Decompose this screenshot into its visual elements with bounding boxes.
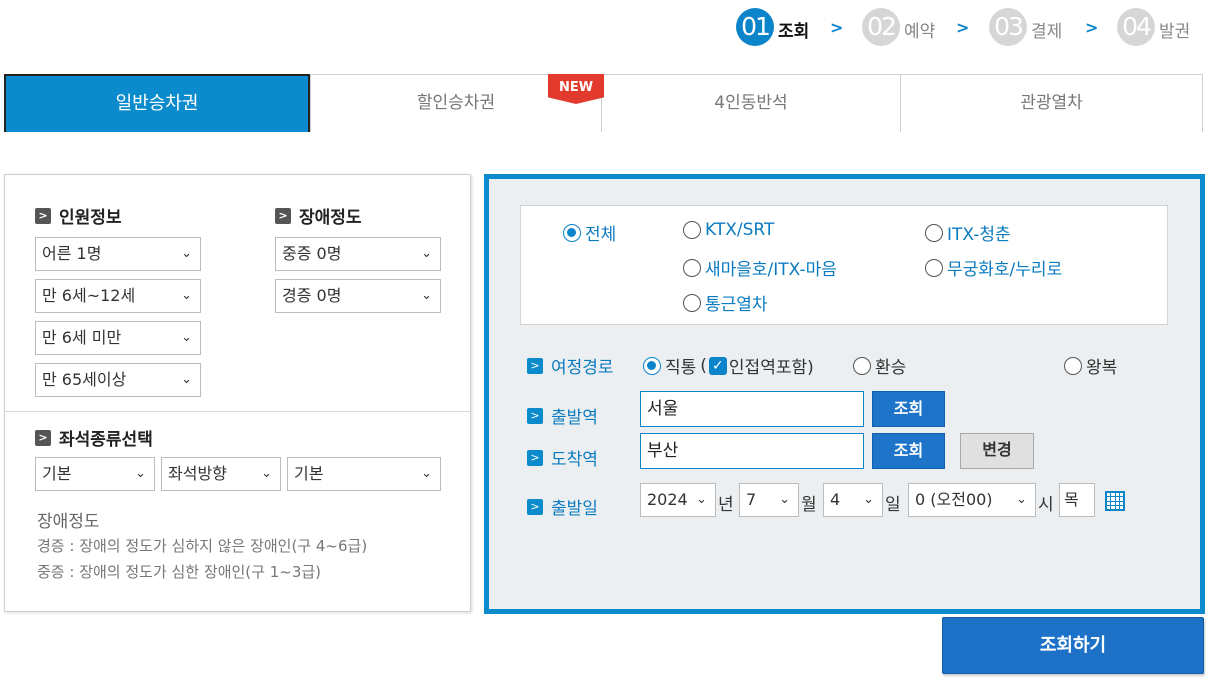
chevron-down-icon: ⌄ bbox=[181, 288, 192, 303]
departure-search-button[interactable]: 조회 bbox=[872, 391, 945, 427]
ticket-type-tabs: 일반승차권 할인승차권 4인동반석 관광열차 NEW bbox=[4, 74, 1203, 132]
day-select[interactable]: 4 ⌄ bbox=[823, 483, 883, 517]
radio-icon bbox=[1064, 356, 1082, 375]
departure-date-label: > 출발일 bbox=[527, 494, 598, 519]
checkbox-checked-icon[interactable]: ✓ bbox=[708, 356, 727, 375]
chevron-down-icon: ⌄ bbox=[779, 492, 790, 507]
radio-icon bbox=[683, 221, 701, 239]
hour-unit: 시 bbox=[1038, 495, 1054, 515]
radio-icon bbox=[683, 258, 701, 277]
radio-checked-icon bbox=[563, 223, 581, 242]
year-select[interactable]: 2024 ⌄ bbox=[640, 483, 716, 517]
infant-count-select[interactable]: 만 6세 미만 ⌄ bbox=[35, 321, 201, 355]
train-type-saemaeul-radio[interactable]: 새마을호/ITX-마음 bbox=[683, 255, 837, 280]
chevron-down-icon: ⌄ bbox=[421, 466, 432, 481]
mild-disability-select[interactable]: 경증 0명 ⌄ bbox=[275, 279, 441, 313]
chevron-down-icon: ⌄ bbox=[696, 492, 707, 507]
hour-select[interactable]: 0 (오전00) ⌄ bbox=[908, 483, 1036, 517]
step-number: 01 bbox=[736, 8, 774, 46]
seat-direction-select[interactable]: 좌석방향 ⌄ bbox=[161, 457, 281, 491]
search-submit-button[interactable]: 조회하기 bbox=[942, 617, 1204, 674]
departure-station-input[interactable]: 서울 bbox=[640, 391, 864, 427]
year-unit: 년 bbox=[718, 495, 734, 515]
seat-type-select[interactable]: 기본 ⌄ bbox=[35, 457, 155, 491]
weekday-display: 목 bbox=[1059, 483, 1095, 517]
chevron-down-icon: ⌄ bbox=[181, 372, 192, 387]
search-panel: 전체 KTX/SRT ITX-청춘 새마을호/ITX-마음 무궁화호/누리로 통… bbox=[484, 174, 1205, 614]
chevron-down-icon: ⌄ bbox=[1016, 492, 1027, 507]
calendar-icon[interactable] bbox=[1105, 491, 1125, 511]
step-label: 발권 bbox=[1159, 22, 1191, 42]
route-label: > 여정경로 bbox=[527, 353, 614, 378]
route-round-trip-radio[interactable]: 왕복 bbox=[1064, 353, 1117, 378]
arrow-square-icon: > bbox=[35, 429, 51, 446]
chevron-down-icon: ⌄ bbox=[421, 288, 432, 303]
tab-four-person-seat[interactable]: 4인동반석 bbox=[601, 74, 901, 132]
passenger-panel: > 인원정보 > 장애정도 어른 1명 ⌄ 만 6세~12세 ⌄ 만 6세 미만 ⌄ … bbox=[4, 174, 471, 612]
month-select[interactable]: 7 ⌄ bbox=[739, 483, 799, 517]
arrow-square-icon: > bbox=[527, 407, 543, 424]
month-unit: 월 bbox=[801, 495, 817, 515]
adult-count-select[interactable]: 어른 1명 ⌄ bbox=[35, 237, 201, 271]
swap-stations-button[interactable]: 변경 bbox=[960, 433, 1034, 469]
radio-checked-icon bbox=[643, 356, 661, 375]
progress-steps: 01 조회 > 02 예약 > 03 결제 > 04 발권 bbox=[736, 8, 1216, 46]
chevron-down-icon: ⌄ bbox=[181, 330, 192, 345]
arrival-station-input[interactable]: 부산 bbox=[640, 433, 864, 469]
step-label: 조회 bbox=[778, 22, 810, 42]
chevron-right-icon: > bbox=[830, 18, 844, 37]
seat-type-title: > 좌석종류선택 bbox=[35, 425, 153, 450]
step-label: 예약 bbox=[904, 22, 936, 42]
include-nearby-label: 인접역포함) bbox=[728, 358, 814, 378]
arrow-square-icon: > bbox=[275, 207, 291, 224]
child-count-select[interactable]: 만 6세~12세 ⌄ bbox=[35, 279, 201, 313]
step-label: 결제 bbox=[1031, 22, 1063, 42]
disability-level-title: > 장애정도 bbox=[275, 203, 362, 228]
arrow-square-icon: > bbox=[527, 498, 543, 515]
disability-note-title: 장애정도 bbox=[37, 512, 100, 532]
step-number: 04 bbox=[1117, 8, 1155, 46]
train-type-mugunghwa-radio[interactable]: 무궁화호/누리로 bbox=[925, 255, 1062, 280]
day-unit: 일 bbox=[885, 495, 901, 515]
divider bbox=[5, 411, 470, 412]
chevron-down-icon: ⌄ bbox=[261, 466, 272, 481]
radio-icon bbox=[683, 293, 701, 312]
train-type-ktx-radio[interactable]: KTX/SRT bbox=[683, 220, 774, 240]
seat-option-select[interactable]: 기본 ⌄ bbox=[287, 457, 441, 491]
departure-label: > 출발역 bbox=[527, 403, 598, 428]
step-number: 03 bbox=[989, 8, 1027, 46]
chevron-down-icon: ⌄ bbox=[863, 492, 874, 507]
route-direct-radio[interactable]: 직통 ( ✓ 인접역포함) bbox=[643, 353, 814, 378]
step-number: 02 bbox=[862, 8, 900, 46]
senior-count-select[interactable]: 만 65세이상 ⌄ bbox=[35, 363, 201, 397]
chevron-down-icon: ⌄ bbox=[421, 246, 432, 261]
tab-regular-ticket[interactable]: 일반승차권 bbox=[4, 74, 310, 132]
radio-icon bbox=[853, 356, 871, 375]
chevron-right-icon: > bbox=[1085, 18, 1099, 37]
train-type-box: 전체 KTX/SRT ITX-청춘 새마을호/ITX-마음 무궁화호/누리로 통… bbox=[520, 205, 1168, 325]
arrival-search-button[interactable]: 조회 bbox=[872, 433, 945, 469]
arrival-label: > 도착역 bbox=[527, 445, 598, 470]
passenger-info-title: > 인원정보 bbox=[35, 203, 122, 228]
train-type-all-radio[interactable]: 전체 bbox=[563, 220, 616, 245]
train-type-commuter-radio[interactable]: 통근열차 bbox=[683, 290, 768, 315]
arrow-square-icon: > bbox=[527, 357, 543, 374]
radio-icon bbox=[925, 258, 943, 277]
radio-icon bbox=[925, 223, 943, 242]
chevron-down-icon: ⌄ bbox=[181, 246, 192, 261]
severe-disability-select[interactable]: 중증 0명 ⌄ bbox=[275, 237, 441, 271]
disability-note-severe: 중증 : 장애의 정도가 심한 장애인(구 1~3급) bbox=[37, 563, 322, 581]
tab-tourist-train[interactable]: 관광열차 bbox=[900, 74, 1203, 132]
disability-note-mild: 경증 : 장애의 정도가 심하지 않은 장애인(구 4~6급) bbox=[37, 537, 368, 555]
train-type-itx-cheongchun-radio[interactable]: ITX-청춘 bbox=[925, 220, 1011, 245]
arrow-square-icon: > bbox=[35, 207, 51, 224]
route-transfer-radio[interactable]: 환승 bbox=[853, 353, 906, 378]
arrow-square-icon: > bbox=[527, 449, 543, 466]
chevron-down-icon: ⌄ bbox=[135, 466, 146, 481]
chevron-right-icon: > bbox=[956, 18, 970, 37]
